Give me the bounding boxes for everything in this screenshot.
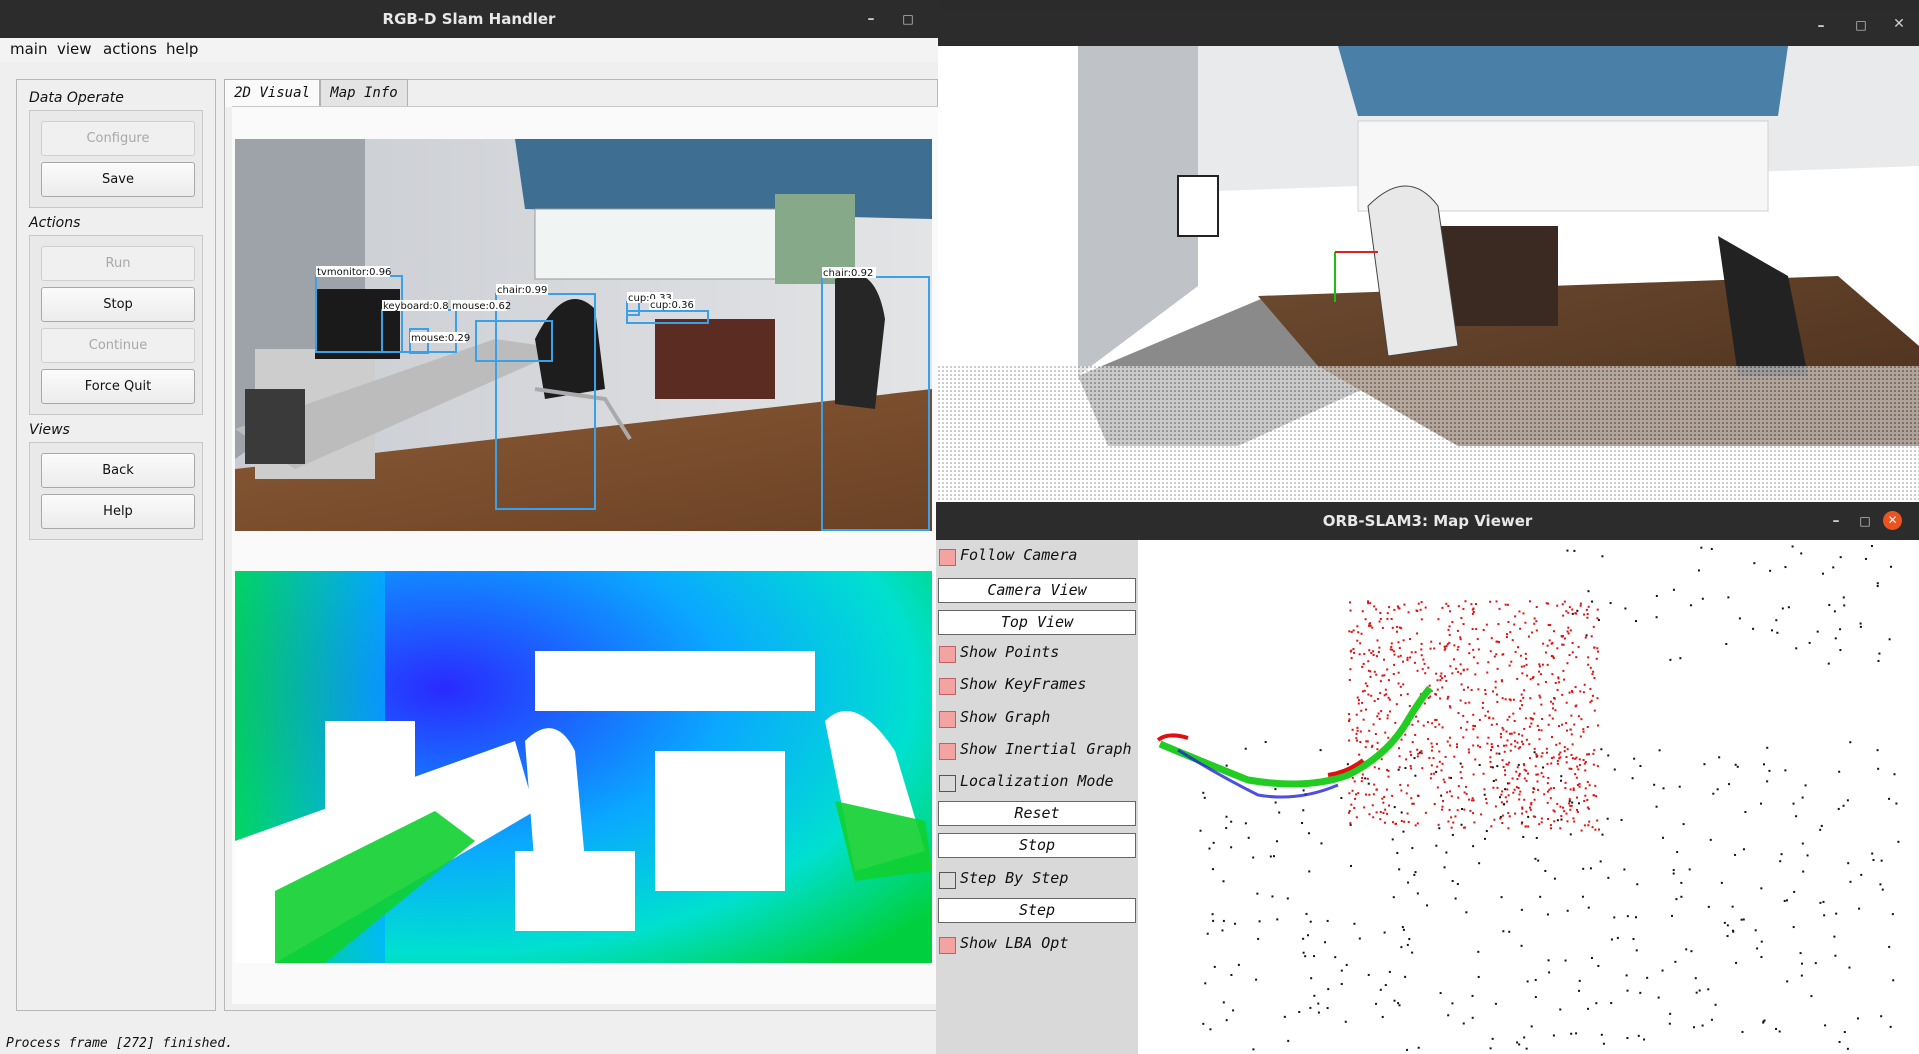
- trajectory-path: [1158, 685, 1433, 788]
- detection-label: mouse:0.62: [452, 301, 511, 312]
- checkbox-indicator[interactable]: [939, 711, 956, 728]
- pointcloud-render: [938, 46, 1919, 504]
- close-icon[interactable]: ✕: [1888, 16, 1910, 32]
- tab-content-2d-visual: tvmonitor:0.96 keyboard:0.8 mouse:0.62 m…: [232, 106, 938, 1004]
- control-panel: Data Operate Configure Save Actions Run …: [16, 79, 216, 1011]
- menu-actions[interactable]: actions: [103, 40, 157, 58]
- checkbox-label: Show LBA Opt: [960, 934, 1069, 952]
- status-bar: Process frame [272] finished.: [0, 1030, 938, 1054]
- checkbox-indicator[interactable]: [939, 678, 956, 695]
- save-button[interactable]: Save: [41, 162, 195, 197]
- detection-label: mouse:0.29: [411, 333, 470, 344]
- checkbox-label: Show KeyFrames: [960, 675, 1087, 693]
- menu-view[interactable]: view: [57, 40, 92, 58]
- pointcloud-titlebar[interactable]: – □ ✕: [938, 10, 1919, 46]
- checkbox-indicator[interactable]: [939, 743, 956, 760]
- pointcloud-view[interactable]: [938, 46, 1919, 504]
- menu-main[interactable]: main: [10, 40, 47, 58]
- section-data-operate: Data Operate: [29, 90, 124, 106]
- stop-button[interactable]: Stop: [938, 833, 1136, 858]
- checkbox-indicator[interactable]: [939, 646, 956, 663]
- follow-camera-checkbox[interactable]: Follow Camera: [936, 542, 1138, 570]
- section-views: Views: [29, 422, 70, 438]
- menu-bar: main view actions help: [0, 38, 938, 62]
- detection-label: chair:0.99: [497, 285, 547, 296]
- maximize-icon[interactable]: □: [1850, 18, 1872, 32]
- detection-label: keyboard:0.8: [383, 301, 449, 312]
- section-actions: Actions: [29, 215, 81, 231]
- maximize-icon[interactable]: □: [1854, 502, 1876, 540]
- map-render: [1156, 545, 1900, 1051]
- checkbox-label: Localization Mode: [960, 772, 1114, 790]
- map-viewer-control-panel: Follow Camera Camera View Top View Show …: [936, 540, 1138, 1054]
- window-title: RGB-D Slam Handler: [382, 10, 556, 28]
- show-lba-opt-checkbox[interactable]: Show LBA Opt: [936, 930, 1138, 958]
- map-viewer-titlebar[interactable]: ORB-SLAM3: Map Viewer – □ ✕: [936, 502, 1919, 540]
- detection-label: tvmonitor:0.96: [317, 267, 391, 278]
- checkbox-indicator[interactable]: [939, 872, 956, 889]
- configure-button[interactable]: Configure: [41, 121, 195, 156]
- tab-map-info[interactable]: Map Info: [320, 79, 408, 106]
- pointcloud-window: – □ ✕: [938, 10, 1919, 504]
- map-viewer-canvas[interactable]: [1138, 540, 1919, 1054]
- minimize-icon[interactable]: –: [860, 0, 882, 38]
- show-inertial-graph-checkbox[interactable]: Show Inertial Graph: [936, 736, 1138, 764]
- slam-handler-window: RGB-D Slam Handler – □ main view actions…: [0, 0, 938, 1054]
- stop-button[interactable]: Stop: [41, 287, 195, 322]
- show-points-checkbox[interactable]: Show Points: [936, 639, 1138, 667]
- minimize-icon[interactable]: –: [1810, 18, 1832, 34]
- menu-help[interactable]: help: [166, 40, 198, 58]
- force-quit-button[interactable]: Force Quit: [41, 369, 195, 404]
- checkbox-label: Show Points: [960, 643, 1060, 661]
- camera-view-button[interactable]: Camera View: [938, 578, 1136, 603]
- top-view-button[interactable]: Top View: [938, 610, 1136, 635]
- minimize-icon[interactable]: –: [1825, 502, 1847, 540]
- detection-label: cup:0.36: [650, 300, 694, 311]
- tab-2d-visual[interactable]: 2D Visual: [224, 79, 320, 107]
- reset-button[interactable]: Reset: [938, 801, 1136, 826]
- checkbox-label: Show Graph: [960, 708, 1051, 726]
- show-graph-checkbox[interactable]: Show Graph: [936, 704, 1138, 732]
- slam-handler-titlebar[interactable]: RGB-D Slam Handler – □: [0, 0, 938, 38]
- checkbox-indicator[interactable]: [939, 775, 956, 792]
- map-viewer-title: ORB-SLAM3: Map Viewer: [1322, 512, 1533, 530]
- checkbox-label: Show Inertial Graph: [960, 740, 1132, 758]
- close-icon[interactable]: ✕: [1883, 511, 1902, 530]
- localization-mode-checkbox[interactable]: Localization Mode: [936, 768, 1138, 796]
- map-viewer-window: ORB-SLAM3: Map Viewer – □ ✕ Follow Camer…: [936, 502, 1919, 1054]
- show-keyframes-checkbox[interactable]: Show KeyFrames: [936, 671, 1138, 699]
- maximize-icon[interactable]: □: [897, 0, 919, 38]
- detection-label: chair:0.92: [823, 268, 873, 279]
- help-button[interactable]: Help: [41, 494, 195, 529]
- step-by-step-checkbox[interactable]: Step By Step: [936, 865, 1138, 893]
- back-button[interactable]: Back: [41, 453, 195, 488]
- checkbox-indicator[interactable]: [939, 937, 956, 954]
- checkbox-label: Follow Camera: [960, 546, 1078, 564]
- checkbox-indicator[interactable]: [939, 549, 956, 566]
- checkbox-label: Step By Step: [960, 869, 1069, 887]
- run-button[interactable]: Run: [41, 246, 195, 281]
- rgb-detection-image: tvmonitor:0.96 keyboard:0.8 mouse:0.62 m…: [235, 139, 932, 531]
- depth-image: [235, 571, 932, 963]
- continue-button[interactable]: Continue: [41, 328, 195, 363]
- step-button[interactable]: Step: [938, 898, 1136, 923]
